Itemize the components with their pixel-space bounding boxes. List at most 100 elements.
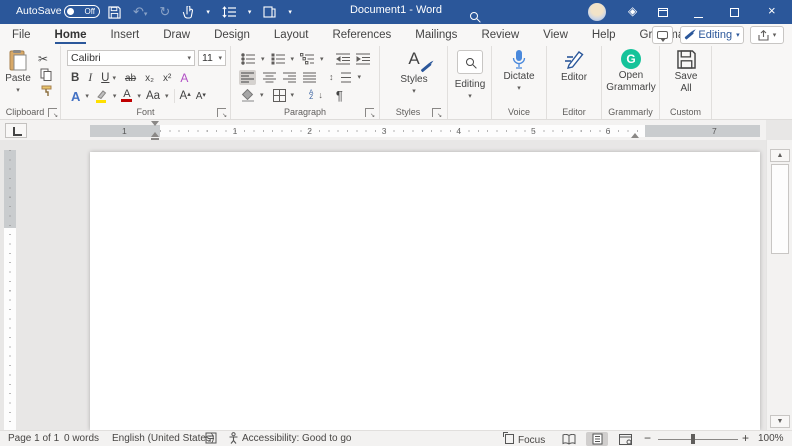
bullets-icon[interactable]	[241, 53, 255, 65]
bullets-chevron-icon	[261, 56, 265, 63]
tab-home[interactable]: Home	[54, 26, 87, 44]
tab-stop-selector[interactable]	[5, 123, 27, 138]
tab-draw[interactable]: Draw	[163, 26, 190, 44]
zoom-slider-thumb[interactable]	[691, 434, 695, 444]
strikethrough-button[interactable]: ab	[125, 73, 136, 84]
account-avatar[interactable]	[588, 3, 606, 21]
zoom-level[interactable]: 100%	[758, 433, 784, 444]
comments-button[interactable]	[652, 26, 673, 44]
horizontal-ruler[interactable]: 1 1 2 3 4 5 6 7	[90, 125, 760, 137]
borders-chevron-icon	[291, 92, 295, 99]
print-layout-button[interactable]	[586, 432, 608, 446]
sort-button[interactable]: A Z	[309, 89, 313, 101]
share-button[interactable]	[750, 26, 784, 44]
copy-icon[interactable]	[40, 68, 52, 81]
borders-icon[interactable]	[272, 88, 286, 102]
shrink-font-button[interactable]: A▾	[196, 91, 206, 102]
tab-mailings[interactable]: Mailings	[415, 26, 457, 44]
tab-design[interactable]: Design	[214, 26, 250, 44]
accessibility-icon	[228, 432, 239, 444]
tab-layout[interactable]: Layout	[274, 26, 309, 44]
editing-mode-button[interactable]: Editing	[680, 26, 744, 44]
scroll-down-icon[interactable]: ▼	[770, 415, 790, 428]
editing-find-box[interactable]	[457, 50, 483, 74]
zoom-slider-track[interactable]	[658, 439, 738, 440]
decrease-indent-icon[interactable]	[335, 53, 350, 65]
format-painter-icon[interactable]	[40, 84, 53, 97]
open-grammarly-button[interactable]: Open Grammarly	[603, 49, 659, 93]
align-center-button[interactable]	[263, 72, 276, 83]
document-page[interactable]	[90, 152, 760, 430]
editor-button[interactable]: Editor	[554, 49, 594, 83]
right-indent-marker[interactable]	[631, 133, 639, 138]
numbering-icon[interactable]	[271, 53, 285, 65]
font-dialog-launcher[interactable]	[217, 108, 227, 119]
pilcrow-button[interactable]: ¶	[336, 88, 343, 103]
shading-icon[interactable]	[241, 88, 255, 102]
paragraph-dialog-launcher[interactable]	[365, 108, 375, 119]
subscript-button[interactable]: x₂	[145, 73, 154, 84]
grammarly-group: Open Grammarly Grammarly	[602, 46, 660, 119]
clipboard-dialog-launcher[interactable]	[48, 108, 58, 119]
premium-gem-icon[interactable]: ◈	[628, 4, 637, 18]
styles-button[interactable]: A Styles	[394, 49, 434, 96]
close-button[interactable]: ×	[768, 3, 776, 18]
line-spacing-lines-icon	[340, 72, 351, 83]
maximize-button[interactable]	[730, 6, 739, 20]
tab-insert[interactable]: Insert	[110, 26, 139, 44]
proofing-icon[interactable]	[205, 432, 217, 444]
tab-references[interactable]: References	[332, 26, 391, 44]
font-size-combo[interactable]: 11	[198, 50, 226, 66]
voice-group-label: Voice	[507, 107, 531, 117]
word-count[interactable]: 0 words	[64, 433, 99, 444]
text-effects-button[interactable]: A	[71, 89, 80, 104]
read-mode-button[interactable]	[558, 432, 580, 446]
first-line-indent-marker[interactable]	[151, 121, 159, 126]
zoom-in-icon[interactable]: +	[742, 431, 749, 445]
tab-view[interactable]: View	[543, 26, 568, 44]
tab-file[interactable]: File	[12, 26, 31, 44]
page-indicator[interactable]: Page 1 of 1	[8, 433, 59, 444]
font-name-combo[interactable]: Calibri	[67, 50, 195, 66]
font-size-value: 11	[202, 52, 213, 64]
increase-indent-icon[interactable]	[355, 53, 370, 65]
minimize-button[interactable]	[694, 9, 703, 23]
font-color-button[interactable]: A	[121, 89, 133, 102]
italic-button[interactable]: I	[88, 72, 92, 84]
clear-formatting-button[interactable]: A	[180, 71, 188, 85]
zoom-out-icon[interactable]: −	[644, 431, 651, 445]
scrollbar-thumb[interactable]	[771, 164, 789, 254]
clipboard-group-label: Clipboard	[5, 107, 45, 117]
justify-button[interactable]	[303, 72, 316, 83]
highlight-button[interactable]	[94, 89, 108, 103]
bold-button[interactable]: B	[71, 72, 79, 84]
change-case-button[interactable]: Aa	[146, 90, 160, 102]
language-indicator[interactable]: English (United States)	[112, 433, 214, 444]
editing-button[interactable]: Editing	[450, 78, 490, 101]
multilevel-list-icon[interactable]	[300, 53, 315, 65]
underline-button[interactable]: U	[101, 72, 109, 84]
align-left-button[interactable]	[239, 69, 256, 85]
cut-icon[interactable]: ✂	[38, 52, 48, 66]
web-layout-button[interactable]	[614, 432, 636, 446]
tab-help[interactable]: Help	[592, 26, 616, 44]
tab-review[interactable]: Review	[481, 26, 519, 44]
paste-button[interactable]: Paste	[4, 49, 32, 95]
vertical-scrollbar[interactable]: ▲ ▼	[766, 140, 792, 430]
dictate-button[interactable]: Dictate	[499, 49, 539, 93]
grow-font-button[interactable]: A▴	[180, 90, 191, 102]
accessibility-status[interactable]: Accessibility: Good to go	[242, 433, 352, 444]
voice-group: Dictate Voice	[492, 46, 547, 119]
vertical-ruler[interactable]	[4, 150, 16, 430]
focus-button[interactable]: Focus	[503, 432, 545, 446]
scroll-up-icon[interactable]: ▲	[770, 149, 790, 162]
search-icon[interactable]	[470, 7, 478, 25]
styles-dialog-launcher[interactable]	[432, 108, 442, 119]
line-spacing-button[interactable]: ↕	[329, 72, 334, 82]
editing-mode-label: Editing	[698, 29, 733, 41]
ribbon-display-options-icon[interactable]	[658, 6, 668, 20]
align-right-button[interactable]	[283, 72, 296, 83]
superscript-button[interactable]: x²	[163, 73, 171, 84]
editing-group: Editing	[448, 46, 492, 119]
save-all-button[interactable]: Save All	[666, 49, 706, 94]
